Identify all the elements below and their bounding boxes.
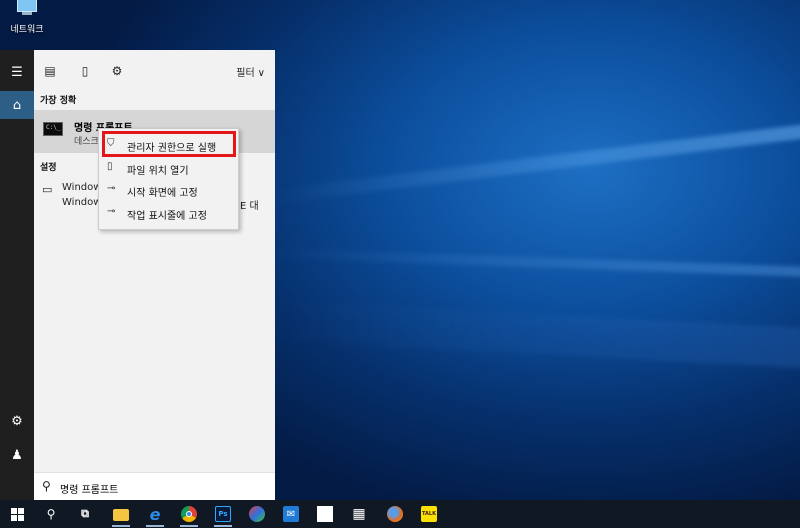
network-icon: [13, 0, 41, 18]
settings-filter-icon[interactable]: ⚙: [109, 64, 125, 78]
taskbar: ⚲ ⧉ e Ps ✉ ▦ TALK: [0, 500, 800, 528]
pin-icon: ⊸: [107, 183, 116, 194]
documents-filter-icon[interactable]: ▯: [77, 64, 93, 78]
taskbar-app-firefox[interactable]: [378, 500, 412, 528]
task-view-icon: ⧉: [81, 507, 89, 520]
light-beam: [268, 300, 800, 370]
hamburger-menu-icon[interactable]: ☰: [0, 58, 34, 86]
setting-line2: Window: [62, 197, 102, 208]
file-explorer-icon: [113, 509, 129, 521]
taskbar-app-file-explorer[interactable]: [104, 500, 138, 528]
settings-heading: 설정: [40, 163, 57, 173]
taskbar-app-mail[interactable]: ✉: [274, 500, 308, 528]
chrome-icon: [181, 506, 197, 522]
menu-item-label: 파일 위치 열기: [127, 166, 189, 177]
search-icon: ⚲: [42, 479, 51, 493]
file-location-icon: ▯: [107, 161, 113, 172]
mail-icon: ✉: [283, 506, 299, 522]
setting-line1: Window: [62, 182, 102, 193]
taskbar-app-edge[interactable]: e: [138, 500, 172, 528]
search-box[interactable]: ⚲ 명령 프롬프트: [34, 472, 275, 500]
best-match-subtitle: 데스크: [74, 137, 99, 147]
best-match-heading: 가장 정확: [40, 96, 77, 106]
home-icon[interactable]: ⌂: [0, 91, 34, 119]
desktop-icon-network[interactable]: 네트워크: [4, 0, 50, 35]
taskbar-app-paint[interactable]: [240, 500, 274, 528]
command-prompt-icon: C:\_: [43, 122, 63, 136]
taskbar-search-button[interactable]: ⚲: [34, 500, 68, 528]
apps-filter-icon[interactable]: ▤: [42, 64, 58, 78]
context-menu: ⛉ 관리자 권한으로 실행 ▯ 파일 위치 열기 ⊸ 시작 화면에 고정 ⊸ 작…: [98, 128, 239, 230]
settings-icon[interactable]: ⚙: [0, 407, 34, 435]
menu-item-open-file-location[interactable]: ▯ 파일 위치 열기: [99, 158, 238, 178]
user-icon[interactable]: ♟: [0, 441, 34, 469]
firefox-icon: [387, 506, 403, 522]
start-menu-rail: ☰ ⌂ ⚙ ♟: [0, 50, 34, 500]
taskbar-app-calculator[interactable]: ▦: [342, 500, 376, 528]
light-beam: [269, 248, 800, 278]
calculator-icon: ▦: [352, 506, 366, 522]
task-view-button[interactable]: ⧉: [68, 500, 102, 528]
photoshop-icon: Ps: [215, 506, 231, 522]
menu-item-label: 작업 표시줄에 고정: [127, 211, 207, 222]
filter-label: 필터: [236, 68, 255, 79]
menu-item-pin-to-start[interactable]: ⊸ 시작 화면에 고정: [99, 180, 238, 200]
chevron-down-icon: ∨: [257, 68, 265, 79]
search-query[interactable]: 명령 프롬프트: [60, 481, 118, 496]
kakaotalk-icon: TALK: [421, 506, 437, 522]
menu-item-label: 시작 화면에 고정: [127, 188, 198, 199]
search-icon: ⚲: [46, 507, 56, 521]
panel-toolbar: ▤ ▯ ⚙ 필터 ∨: [34, 50, 275, 90]
edge-icon: e: [149, 504, 161, 524]
filter-dropdown[interactable]: 필터 ∨: [236, 64, 265, 79]
setting-tail: E 대: [240, 201, 259, 212]
sticky-notes-icon: [317, 506, 333, 522]
windows-logo-icon: [10, 507, 24, 521]
start-button[interactable]: [0, 500, 34, 528]
taskbar-app-photoshop[interactable]: Ps: [206, 500, 240, 528]
display-icon: ▭: [42, 183, 53, 196]
search-results-panel: ▤ ▯ ⚙ 필터∨ 가장 정확 C:\_ 명령 프롬프트 데스크 설정 ▭ Wi…: [34, 50, 275, 500]
pin-icon: ⊸: [107, 206, 116, 217]
highlight-box: [102, 131, 236, 157]
taskbar-app-chrome[interactable]: [172, 500, 206, 528]
paint-icon: [249, 506, 265, 522]
taskbar-app-kakaotalk[interactable]: TALK: [412, 500, 446, 528]
desktop-icon-label: 네트워크: [10, 25, 44, 35]
menu-item-pin-to-taskbar[interactable]: ⊸ 작업 표시줄에 고정: [99, 203, 238, 223]
light-beam: [269, 121, 800, 204]
taskbar-app-sticky-notes[interactable]: [308, 500, 342, 528]
